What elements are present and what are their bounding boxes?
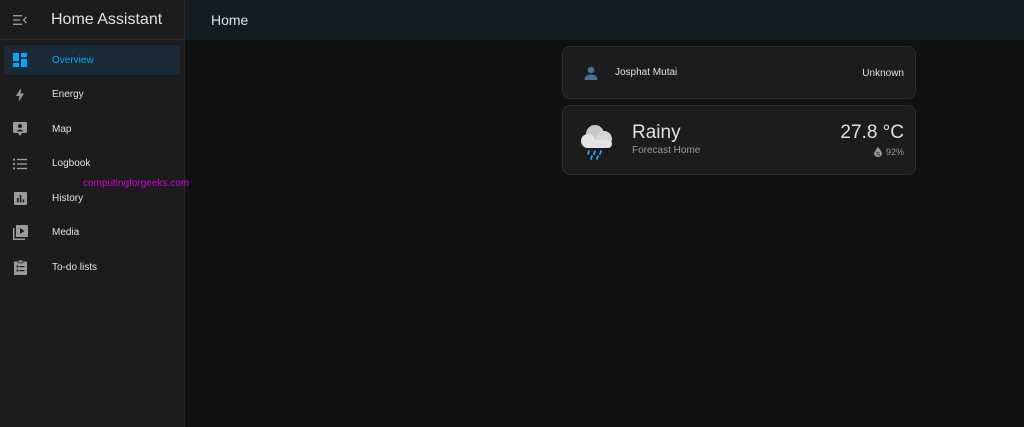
page-title: Home: [211, 12, 249, 28]
weather-temperature: 27.8 °C: [840, 122, 904, 143]
app-title: Home Assistant: [51, 10, 163, 28]
weather-condition: Rainy: [632, 122, 681, 143]
menu-collapse-icon: [13, 14, 27, 25]
weather-rainy-icon: [581, 125, 612, 160]
dashboard-icon: [4, 53, 36, 67]
sidebar-header: Home Assistant: [0, 0, 184, 40]
sidebar-nav: Overview Energy Map Logbook History Medi…: [0, 40, 184, 282]
play-box-icon: [4, 225, 36, 240]
sidebar-item-logbook[interactable]: Logbook: [4, 149, 180, 179]
lightning-bolt-icon: [4, 87, 36, 102]
weather-forecast-card[interactable]: Rainy Forecast Home 27.8 °C 92%: [562, 105, 916, 175]
humidity-value: 92%: [885, 147, 904, 157]
sidebar-item-label: History: [52, 192, 84, 204]
weather-entity-name: Forecast Home: [632, 145, 701, 156]
list-icon: [4, 158, 36, 170]
sidebar-item-label: To-do lists: [52, 261, 98, 273]
sidebar-item-todo-lists[interactable]: To-do lists: [4, 252, 180, 282]
weather-humidity: 92%: [873, 147, 904, 157]
sidebar-item-energy[interactable]: Energy: [4, 80, 180, 110]
sidebar-item-label: Logbook: [52, 158, 91, 169]
sidebar-item-overview[interactable]: Overview: [4, 45, 180, 75]
top-bar: Home: [185, 0, 1024, 40]
map-marker-icon: [4, 122, 36, 136]
person-state: Unknown: [862, 68, 904, 79]
sidebar: Home Assistant Overview Energy Map Logbo…: [0, 0, 189, 427]
clipboard-list-icon: [4, 259, 36, 275]
watermark-text: computingforgeeks.com: [83, 178, 190, 189]
account-icon: [581, 63, 601, 83]
chart-bar-icon: [4, 191, 36, 205]
sidebar-item-label: Overview: [52, 54, 94, 66]
sidebar-item-map[interactable]: Map: [4, 114, 180, 144]
sidebar-item-label: Energy: [52, 89, 84, 100]
person-entity-card[interactable]: Josphat Mutai Unknown: [562, 46, 916, 99]
app-root: Home Assistant Overview Energy Map Logbo…: [0, 0, 1024, 427]
sidebar-item-label: Media: [52, 227, 80, 238]
person-name: Josphat Mutai: [615, 67, 678, 78]
water-percent-icon: [873, 147, 882, 157]
sidebar-item-media[interactable]: Media: [4, 218, 180, 248]
menu-toggle-button[interactable]: [0, 0, 40, 40]
sidebar-item-label: Map: [52, 123, 72, 135]
